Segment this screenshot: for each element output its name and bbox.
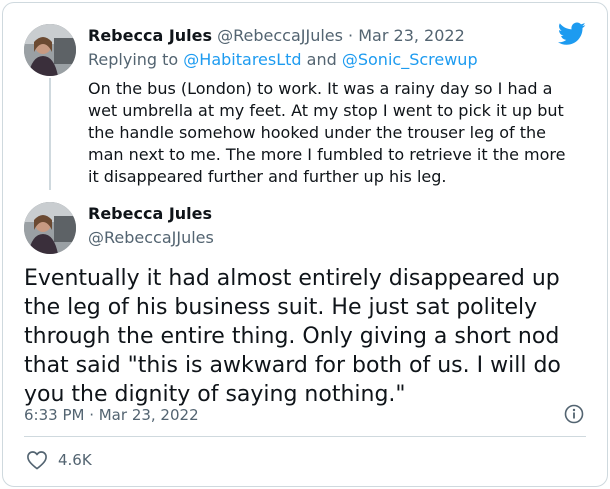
reply-body-line-2: wet umbrella at my feet. At my stop I we…: [88, 101, 564, 120]
tweet-body-line-3: through the entire thing. Only giving a …: [24, 324, 560, 349]
tweet-body-line-5: you the dignity of saying nothing.": [24, 382, 406, 407]
replying-and: and: [306, 50, 337, 69]
reply-header: Rebecca Jules @RebeccaJJules · Mar 23, 2…: [88, 26, 465, 45]
reply-body-line-4: man next to me. The more I fumbled to re…: [88, 145, 566, 164]
replying-to: Replying to @HabitaresLtd and @Sonic_Scr…: [88, 50, 478, 69]
tweet-date[interactable]: Mar 23, 2022: [358, 26, 465, 45]
mention-sonic[interactable]: @Sonic_Screwup: [342, 50, 478, 69]
replying-prefix: Replying to: [88, 50, 179, 69]
display-name[interactable]: Rebecca Jules: [88, 26, 212, 45]
thread-connector: [49, 78, 51, 190]
display-name[interactable]: Rebecca Jules: [88, 204, 212, 223]
info-icon[interactable]: [564, 404, 584, 424]
tweet-body-line-4: that said "this is awkward for both of u…: [24, 353, 561, 378]
reply-body-line-3: the handle somehow hooked under the trou…: [88, 123, 546, 142]
reply-body-line-1: On the bus (London) to work. It was a ra…: [88, 79, 553, 98]
handle[interactable]: @RebeccaJJules: [88, 228, 214, 247]
mention-habitares[interactable]: @HabitaresLtd: [183, 50, 301, 69]
tweet-body-line-2: the leg of his business suit. He just sa…: [24, 295, 538, 320]
tweet-timestamp[interactable]: 6:33 PM · Mar 23, 2022: [24, 406, 199, 424]
reply-body-line-5: it disappeared further and further up hi…: [88, 167, 447, 186]
separator: ·: [348, 26, 354, 45]
divider: [24, 436, 586, 437]
heart-icon[interactable]: [26, 450, 48, 470]
avatar[interactable]: [24, 202, 76, 254]
like-count[interactable]: 4.6K: [58, 451, 92, 469]
tweet-body-line-1: Eventually it had almost entirely disapp…: [24, 266, 560, 291]
twitter-bird-icon[interactable]: [558, 22, 586, 46]
avatar[interactable]: [24, 24, 76, 76]
handle[interactable]: @RebeccaJJules: [217, 26, 343, 45]
